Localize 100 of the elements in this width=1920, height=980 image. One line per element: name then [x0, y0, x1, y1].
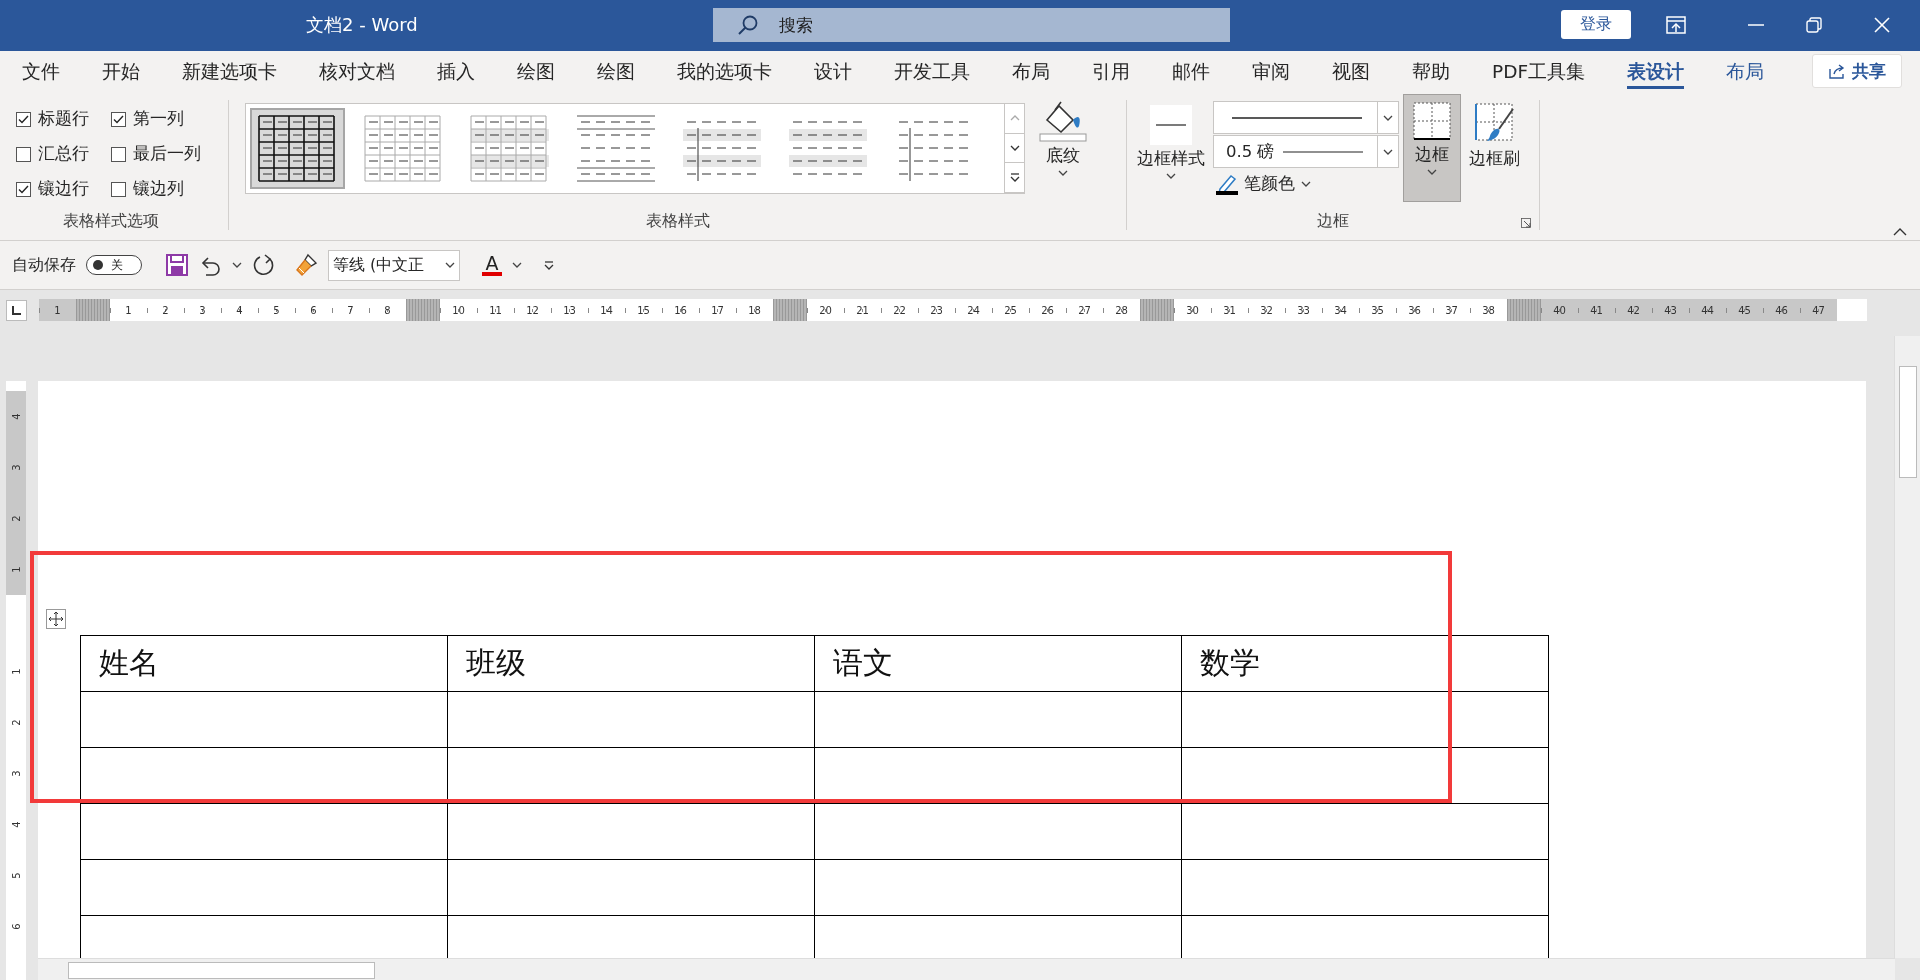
ribbon-tab[interactable]: 新建选项卡 — [161, 51, 298, 92]
vertical-scrollbar[interactable] — [1894, 336, 1920, 958]
checkbox[interactable] — [16, 181, 31, 197]
ribbon-tab[interactable]: 布局 — [1705, 51, 1786, 92]
vertical-ruler[interactable]: 4 3 2 1 1 2 3 4 5 6 — [6, 381, 26, 980]
checkbox[interactable] — [111, 181, 126, 197]
ribbon-tab[interactable]: 设计 — [793, 51, 873, 92]
table-style-thumbnail[interactable] — [250, 108, 345, 189]
ruler-number: 3 — [10, 770, 22, 777]
line-sample-icon — [1232, 116, 1362, 119]
ribbon-display-icon[interactable] — [1666, 16, 1686, 34]
format-painter-icon[interactable] — [294, 253, 318, 277]
border-styles-button[interactable]: 边框样式 — [1133, 101, 1209, 179]
table-cell-text: 班级 — [466, 645, 526, 680]
checkbox-label: 最后一列 — [133, 143, 201, 165]
line-sample-icon — [1282, 150, 1363, 153]
autosave-toggle[interactable]: 关 — [86, 255, 142, 275]
ribbon-tab[interactable]: 文件 — [1, 51, 81, 92]
check-icon — [18, 184, 29, 194]
ruler-number: 2 — [10, 719, 22, 726]
pen-color-button[interactable]: 笔颜色 — [1213, 169, 1399, 199]
ribbon-tab[interactable]: 绘图 — [496, 51, 576, 92]
ribbon-tab[interactable]: 视图 — [1311, 51, 1391, 92]
pen-icon — [1216, 173, 1238, 195]
table-cell-text: 语文 — [833, 645, 893, 680]
font-dropdown[interactable]: 等线 (中文正 — [328, 249, 460, 281]
checkbox-label: 第一列 — [133, 108, 184, 130]
caret-icon — [445, 262, 455, 268]
window-title: 文档2 - Word — [306, 13, 418, 37]
ribbon-tab[interactable]: 邮件 — [1151, 51, 1231, 92]
checkbox-label: 标题行 — [38, 108, 89, 130]
search-field[interactable]: 搜索 — [713, 8, 1230, 42]
more-icon[interactable] — [1009, 172, 1020, 183]
ribbon-tab[interactable]: 布局 — [991, 51, 1071, 92]
paint-bucket-icon — [1039, 100, 1087, 142]
check-icon — [18, 114, 29, 124]
ribbon-tab[interactable]: 开始 — [81, 51, 161, 92]
restore-icon[interactable] — [1806, 17, 1822, 33]
caret-icon — [1383, 114, 1393, 121]
ruler-number: 4 — [10, 821, 22, 828]
table-cell-text: 姓名 — [99, 645, 159, 680]
customize-icon[interactable] — [544, 260, 554, 270]
font-color-button[interactable]: A — [482, 254, 502, 276]
left-tab-icon — [12, 305, 21, 315]
group-label: 表格样式 — [645, 211, 710, 232]
caret-icon — [1058, 170, 1068, 176]
scroll-down-icon[interactable] — [1009, 145, 1020, 151]
ribbon-tab[interactable]: PDF工具集 — [1471, 51, 1607, 92]
ruler-number: 5 — [10, 872, 22, 879]
ruler-number: 6 — [10, 923, 22, 930]
caret-icon — [232, 262, 242, 268]
table-move-handle-icon[interactable] — [46, 609, 66, 629]
tab-stop-selector[interactable] — [6, 299, 27, 321]
ruler-number: 3 — [10, 464, 22, 471]
caret-icon — [1427, 169, 1437, 175]
ruler-number: 4 — [10, 413, 22, 420]
ribbon-tab[interactable]: 表设计 — [1606, 51, 1706, 92]
caret-icon — [512, 262, 522, 268]
ribbon-tab[interactable]: 绘图 — [576, 51, 656, 92]
group-label: 表格样式选项 — [63, 211, 159, 232]
caret-icon — [1383, 148, 1393, 155]
line-style-icon — [1150, 105, 1192, 145]
ribbon-tab[interactable]: 核对文档 — [298, 51, 416, 92]
caret-icon — [1166, 173, 1176, 179]
checkbox[interactable] — [16, 146, 31, 162]
ruler-number: 1 — [10, 566, 22, 573]
ruler-number: 1 — [10, 668, 22, 675]
share-icon — [1828, 63, 1846, 79]
horizontal-scrollbar[interactable] — [38, 958, 1895, 980]
borders-button[interactable]: 边框 — [1403, 94, 1461, 202]
checkbox-label: 镶边行 — [38, 178, 89, 200]
redo-icon[interactable] — [252, 253, 276, 277]
checkbox-label: 汇总行 — [38, 143, 89, 165]
ribbon-tab[interactable]: 插入 — [416, 51, 496, 92]
horizontal-ruler[interactable]: 1 1 2 3 4 5 6 7 8 10 11 12 13 14 15 16 17 18 20 21 22 23 24 25 26 27 28 30 31 32 33 34 35 36 37 38 40 41 42 43 44 45 46 47 — [39, 299, 1867, 321]
collapse-ribbon-icon[interactable] — [1893, 228, 1907, 236]
ribbon-tab[interactable]: 我的选项卡 — [656, 51, 793, 92]
ribbon-tab[interactable]: 审阅 — [1231, 51, 1311, 92]
save-icon[interactable] — [166, 254, 188, 276]
checkbox[interactable] — [111, 111, 126, 127]
ribbon-tab[interactable]: 引用 — [1071, 51, 1151, 92]
shading-button[interactable]: 底纹 — [1035, 92, 1091, 176]
table-cell-text: 数学 — [1200, 645, 1260, 680]
dialog-launcher-icon[interactable] — [1521, 218, 1531, 228]
ribbon-tab[interactable]: 帮助 — [1391, 51, 1471, 92]
close-icon[interactable] — [1874, 17, 1890, 33]
group-label: 边框 — [1317, 211, 1349, 232]
search-icon — [737, 14, 759, 36]
border-grid-icon — [1412, 101, 1452, 141]
ribbon-tab[interactable]: 开发工具 — [873, 51, 991, 92]
checkbox[interactable] — [16, 111, 31, 127]
share-button[interactable]: 共享 — [1812, 54, 1902, 88]
check-icon — [113, 114, 124, 124]
checkbox-label: 镶边列 — [133, 178, 184, 200]
border-painter-button[interactable]: 边框刷 — [1465, 101, 1524, 170]
sign-in-button[interactable]: 登录 — [1561, 10, 1631, 39]
checkbox[interactable] — [111, 146, 126, 162]
line-weight-dropdown[interactable]: 0.5 磅 — [1213, 135, 1399, 168]
line-style-dropdown[interactable] — [1213, 101, 1399, 134]
caret-icon — [1301, 181, 1311, 187]
